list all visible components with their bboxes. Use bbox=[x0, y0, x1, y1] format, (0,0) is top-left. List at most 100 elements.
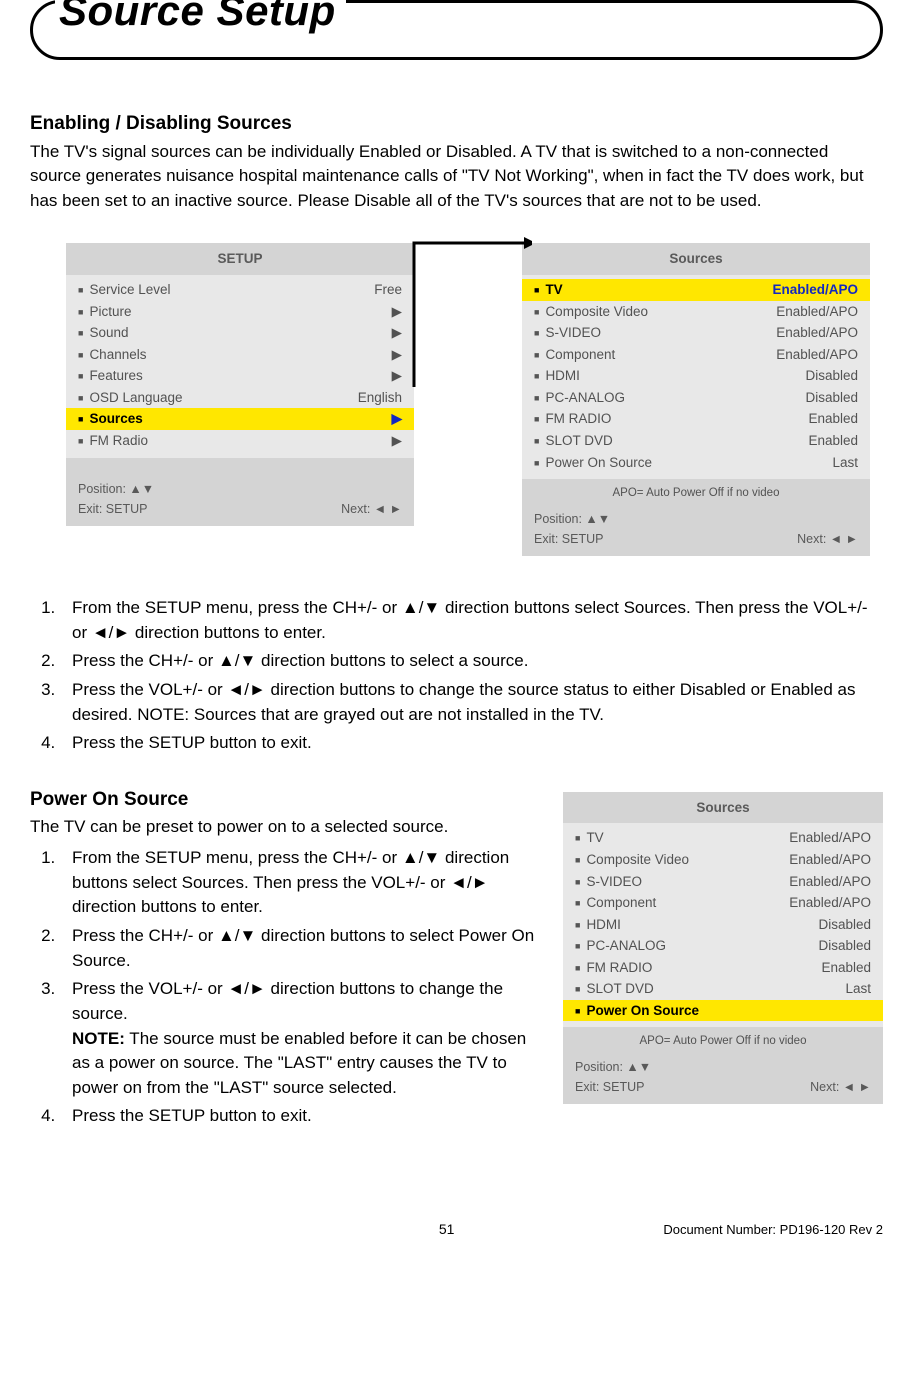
setup-menu-row-value: ▶ bbox=[392, 323, 402, 343]
sources-b-row-value: Disabled bbox=[818, 915, 871, 935]
sources-a-row: TVEnabled/APO bbox=[522, 279, 870, 301]
section1-step: Press the SETUP button to exit. bbox=[60, 731, 883, 756]
setup-menu-row: Features ▶ bbox=[78, 365, 402, 387]
sources-a-row: FM RADIO Enabled bbox=[534, 408, 858, 430]
sources-a-row-label: TV bbox=[534, 280, 563, 300]
setup-menu-row: FM Radio ▶ bbox=[78, 430, 402, 452]
sources-a-row-value: Disabled bbox=[805, 388, 858, 408]
sources-a-row-value: Disabled bbox=[805, 366, 858, 386]
sources-b-row-label: TV bbox=[575, 828, 604, 848]
setup-footer-position: Position: ▲▼ bbox=[78, 480, 154, 498]
sources-b-row-value: Enabled/APO bbox=[789, 850, 871, 870]
setup-menu-row-label: Sound bbox=[78, 323, 128, 343]
sources-a-footer-position: Position: ▲▼ bbox=[534, 510, 610, 528]
setup-menu-row-label: Features bbox=[78, 366, 143, 386]
sources-a-row: PC-ANALOG Disabled bbox=[534, 387, 858, 409]
page-title-frame: Source Setup bbox=[30, 0, 883, 60]
page-title: Source Setup bbox=[55, 0, 346, 42]
sources-b-row-label: S-VIDEO bbox=[575, 872, 642, 892]
section2-note-label: NOTE: bbox=[72, 1029, 125, 1048]
sources-a-row-label: SLOT DVD bbox=[534, 431, 613, 451]
sources-a-row-value: Enabled/APO bbox=[776, 323, 858, 343]
setup-menu-row: Channels▶ bbox=[78, 344, 402, 366]
sources-a-row-value: Enabled/APO bbox=[776, 345, 858, 365]
sources-a-row-label: S-VIDEO bbox=[534, 323, 601, 343]
sources-a-row: SLOT DVD Enabled bbox=[534, 430, 858, 452]
sources-a-row-label: Power On Source bbox=[534, 453, 652, 473]
sources-b-row-value: Disabled bbox=[818, 936, 871, 956]
sources-b-row: S-VIDEO Enabled/APO bbox=[575, 871, 871, 893]
setup-menu-row-label: Picture bbox=[78, 302, 131, 322]
connector-arrow-icon bbox=[412, 237, 532, 397]
sources-a-row-value: Enabled bbox=[808, 409, 858, 429]
sources-b-row-value: Enabled/APO bbox=[789, 893, 871, 913]
sources-b-row-label: HDMI bbox=[575, 915, 621, 935]
setup-menu-row-label: Channels bbox=[78, 345, 146, 365]
page-footer: 51 Document Number: PD196-120 Rev 2 bbox=[30, 1219, 883, 1239]
sources-b-row-label: FM RADIO bbox=[575, 958, 652, 978]
section1-step: From the SETUP menu, press the CH+/- or … bbox=[60, 596, 883, 645]
sources-b-footer-exit: Exit: SETUP bbox=[575, 1078, 651, 1096]
section1-intro: The TV's signal sources can be individua… bbox=[30, 140, 883, 214]
figure-row: SETUP Service LevelFreePicture▶Sound▶Cha… bbox=[66, 243, 883, 556]
sources-a-footer-next: Next: ◄ ► bbox=[797, 530, 858, 548]
sources-b-footer-position: Position: ▲▼ bbox=[575, 1058, 651, 1076]
setup-menu-row: Picture ▶ bbox=[78, 301, 402, 323]
setup-menu-row-label: OSD Language bbox=[78, 388, 183, 408]
setup-menu-row: OSD Language English bbox=[78, 387, 402, 409]
sources-a-note: APO= Auto Power Off if no video bbox=[522, 479, 870, 506]
sources-a-row: Power On Source Last bbox=[534, 452, 858, 474]
page-number: 51 bbox=[230, 1219, 663, 1239]
sources-a-row-label: Composite Video bbox=[534, 302, 648, 322]
sources-b-row: HDMI Disabled bbox=[575, 914, 871, 936]
setup-menu-row-value: Free bbox=[374, 280, 402, 300]
sources-a-row-label: FM RADIO bbox=[534, 409, 611, 429]
section1-step: Press the CH+/- or ▲/▼ direction buttons… bbox=[60, 649, 883, 674]
sources-b-note: APO= Auto Power Off if no video bbox=[563, 1027, 883, 1054]
setup-menu-row-value: English bbox=[358, 388, 402, 408]
sources-a-row: Composite Video Enabled/APO bbox=[534, 301, 858, 323]
setup-menu-row: Sources ▶ bbox=[66, 408, 414, 430]
sources-a-row-value: Enabled bbox=[808, 431, 858, 451]
sources-a-row-label: Component bbox=[534, 345, 615, 365]
sources-a-row: Component Enabled/APO bbox=[534, 344, 858, 366]
setup-menu-row-value: ▶ bbox=[392, 366, 402, 386]
section1-steps: From the SETUP menu, press the CH+/- or … bbox=[30, 596, 883, 756]
setup-footer-next: Next: ◄ ► bbox=[341, 500, 402, 518]
sources-b-row-value: Enabled bbox=[821, 958, 871, 978]
sources-a-row-value: Last bbox=[832, 453, 858, 473]
section1-heading: Enabling / Disabling Sources bbox=[30, 110, 883, 138]
document-number: Document Number: PD196-120 Rev 2 bbox=[663, 1221, 883, 1240]
setup-menu-row-label: Sources bbox=[78, 409, 143, 429]
sources-a-row-label: PC-ANALOG bbox=[534, 388, 625, 408]
sources-a-title: Sources bbox=[522, 243, 870, 275]
sources-b-row: SLOT DVD Last bbox=[575, 978, 871, 1000]
sources-b-title: Sources bbox=[563, 792, 883, 824]
sources-b-row-value: Last bbox=[845, 979, 871, 999]
sources-a-row-value: Enabled/APO bbox=[776, 302, 858, 322]
setup-menu-row-value: ▶ bbox=[392, 431, 402, 451]
setup-menu-row-value: ▶ bbox=[392, 302, 402, 322]
sources-a-row-label: HDMI bbox=[534, 366, 580, 386]
sources-menu-a: Sources TVEnabled/APOComposite VideoEnab… bbox=[522, 243, 870, 556]
setup-footer-exit: Exit: SETUP bbox=[78, 500, 154, 518]
section2-step: Press the SETUP button to exit. bbox=[60, 1104, 883, 1129]
sources-b-row: Component Enabled/APO bbox=[575, 892, 871, 914]
sources-b-row-label: SLOT DVD bbox=[575, 979, 654, 999]
sources-b-row: TV Enabled/APO bbox=[575, 827, 871, 849]
section1-step: Press the VOL+/- or ◄/► direction button… bbox=[60, 678, 883, 727]
sources-b-row-label: Component bbox=[575, 893, 656, 913]
sources-b-footer-next: Next: ◄ ► bbox=[810, 1078, 871, 1096]
sources-b-row-label: PC-ANALOG bbox=[575, 936, 666, 956]
sources-b-row: PC-ANALOG Disabled bbox=[575, 935, 871, 957]
sources-b-row-label: Power On Source bbox=[575, 1001, 699, 1021]
sources-a-row: HDMI Disabled bbox=[534, 365, 858, 387]
setup-menu-row-label: FM Radio bbox=[78, 431, 148, 451]
sources-b-row: FM RADIO Enabled bbox=[575, 957, 871, 979]
setup-menu: SETUP Service LevelFreePicture▶Sound▶Cha… bbox=[66, 243, 414, 525]
setup-menu-row-value: ▶ bbox=[392, 409, 402, 429]
sources-b-row-value: Enabled/APO bbox=[789, 872, 871, 892]
sources-b-row-value: Enabled/APO bbox=[789, 828, 871, 848]
section2-note-text: The source must be enabled before it can… bbox=[72, 1029, 526, 1097]
setup-menu-row-label: Service Level bbox=[78, 280, 170, 300]
